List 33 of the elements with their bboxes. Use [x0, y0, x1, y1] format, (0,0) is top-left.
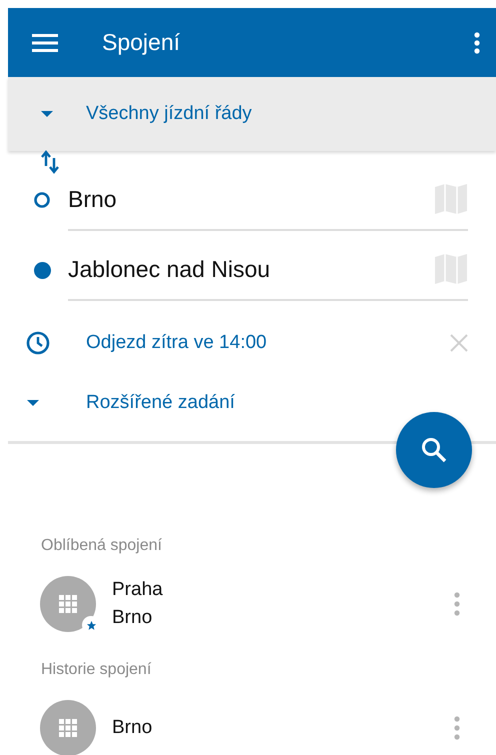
close-icon	[450, 334, 468, 352]
menu-button[interactable]	[32, 34, 58, 52]
station-name: Brno	[112, 716, 154, 740]
menu-icon	[32, 34, 58, 52]
station-name: Praha	[112, 578, 164, 602]
search-icon	[421, 437, 447, 463]
more-icon	[454, 592, 460, 616]
item-menu-button[interactable]	[454, 716, 460, 740]
departure-time-link[interactable]: Odjezd zítra ve 14:00	[86, 328, 450, 358]
section-heading: Historie spojení	[40, 660, 152, 680]
timetable-filter[interactable]: Všechny jízdní řády	[86, 100, 252, 128]
swap-icon[interactable]	[40, 150, 60, 174]
more-button[interactable]	[474, 32, 480, 54]
grid-icon	[59, 595, 77, 613]
item-menu-button[interactable]	[454, 592, 460, 616]
app-title: Spojení	[102, 28, 182, 58]
destination-field[interactable]: Jablonec nad Nisou	[68, 239, 468, 301]
clock-icon	[26, 331, 50, 355]
grid-icon	[59, 719, 77, 737]
connection-item[interactable]: Praha Brno	[8, 564, 496, 644]
more-icon	[454, 716, 460, 740]
map-icon[interactable]	[434, 183, 468, 215]
station-name: Brno	[112, 606, 154, 630]
clear-button[interactable]	[450, 334, 468, 352]
more-icon	[474, 32, 480, 54]
origin-field[interactable]: Brno	[68, 169, 468, 231]
section-heading: Oblíbená spojení	[40, 536, 163, 556]
map-icon[interactable]	[434, 253, 468, 285]
origin-circle-icon	[34, 192, 50, 208]
search-button[interactable]	[396, 412, 472, 488]
destination-dot-icon	[34, 262, 50, 278]
advanced-search-toggle[interactable]: Rozšířené zadání	[86, 388, 496, 418]
connection-item[interactable]: Brno	[8, 688, 496, 755]
